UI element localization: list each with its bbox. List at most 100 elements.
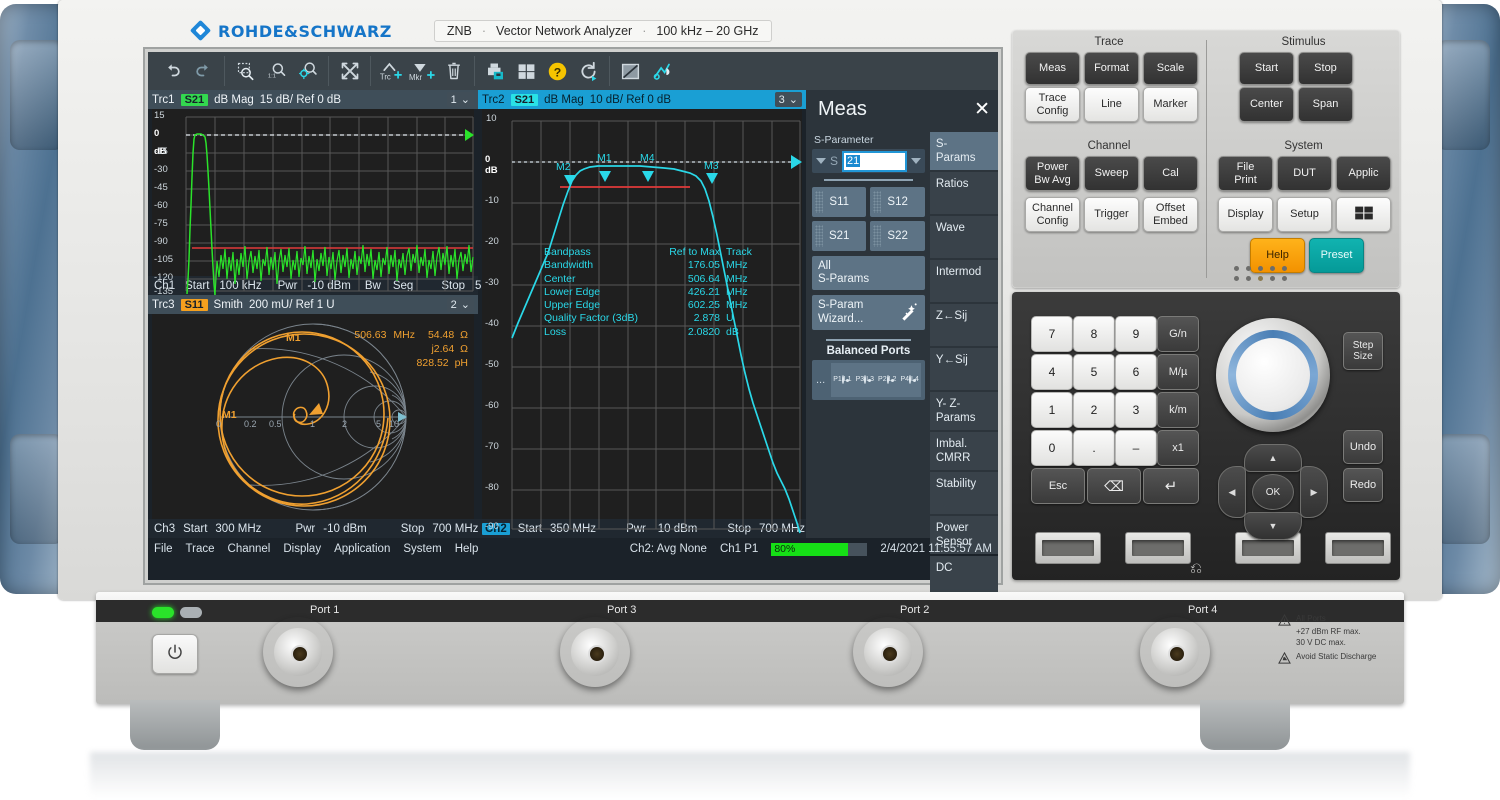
key-minus[interactable]: – [1115, 430, 1157, 466]
key-windows[interactable] [1336, 197, 1391, 232]
calibration-icon[interactable] [646, 56, 677, 86]
port-1-connector[interactable] [263, 617, 333, 687]
trc3-param[interactable]: S11 [181, 299, 208, 311]
s-parameter-combo[interactable]: S 21 [812, 149, 925, 173]
s12-button[interactable]: S12 [870, 187, 924, 217]
trc3-plot[interactable]: 00.20.5 125 10 M1 M1 506.63 MHz 54.4 [152, 314, 474, 519]
undo-icon[interactable] [157, 56, 188, 86]
diagram-trc2[interactable]: Trc2 S21 dB Mag 10 dB/ Ref 0 dB 3 ⌄ [478, 90, 806, 538]
enter-key[interactable]: ↵ [1143, 468, 1199, 504]
key-giga-nano[interactable]: G/n [1157, 316, 1199, 352]
meas-item-imbal-cmrr[interactable]: Imbal. CMRR [930, 432, 998, 470]
key-decimal[interactable]: . [1073, 430, 1115, 466]
key-cal[interactable]: Cal [1143, 156, 1198, 191]
undo-key[interactable]: Undo [1343, 430, 1383, 464]
dpad-left[interactable]: ◀ [1218, 466, 1246, 518]
s21-button[interactable]: S21 [812, 221, 866, 251]
all-sparams-button[interactable]: All S-Params [812, 256, 925, 290]
menu-system[interactable]: System [403, 543, 441, 555]
trc3-header[interactable]: Trc3 S11 Smith 200 mU/ Ref 1 U 2 ⌄ [148, 295, 478, 314]
marker-add-icon[interactable]: Mkr [407, 56, 438, 86]
fit-icon[interactable] [334, 56, 365, 86]
meas-item-wave[interactable]: Wave [930, 216, 998, 258]
key-display[interactable]: Display [1218, 197, 1273, 232]
trace-add-icon[interactable]: Trc [376, 56, 407, 86]
balanced-ports-button[interactable]: ... P1L1 P3L3 P2L2 P4L4 [812, 360, 925, 400]
trc1-header[interactable]: Trc1 S21 dB Mag 15 dB/ Ref 0 dB 1 ⌄ [148, 90, 478, 109]
pwr-value[interactable]: -10 dBm [323, 523, 366, 535]
key-marker[interactable]: Marker [1143, 87, 1198, 122]
esc-key[interactable]: Esc [1031, 468, 1085, 504]
chevron-down-icon[interactable] [816, 158, 826, 164]
port-3-connector[interactable] [560, 617, 630, 687]
trc1-param[interactable]: S21 [181, 94, 209, 106]
key-4[interactable]: 4 [1031, 354, 1073, 390]
start-value[interactable]: 300 MHz [215, 523, 261, 535]
key-trace-config[interactable]: TraceConfig [1025, 87, 1080, 122]
key-trigger[interactable]: Trigger [1084, 197, 1139, 232]
key-meas[interactable]: Meas [1025, 52, 1080, 85]
meas-item-yz-params[interactable]: Y- Z- Params [930, 392, 998, 430]
key-channel-config[interactable]: ChannelConfig [1025, 197, 1080, 232]
help-icon[interactable]: ? [542, 56, 573, 86]
close-icon[interactable]: ✕ [974, 98, 990, 121]
key-format[interactable]: Format [1084, 52, 1139, 85]
key-center[interactable]: Center [1239, 87, 1294, 122]
key-file-print[interactable]: FilePrint [1218, 156, 1273, 191]
key-sweep[interactable]: Sweep [1084, 156, 1139, 191]
trc2-param[interactable]: S21 [511, 94, 539, 106]
dpad-right[interactable]: ▶ [1300, 466, 1328, 518]
backspace-key[interactable]: ⌫ [1087, 468, 1141, 504]
key-7[interactable]: 7 [1031, 316, 1073, 352]
meas-item-z-sij[interactable]: Z←Sij [930, 304, 998, 346]
trc2-plot[interactable]: 10 0 dB -10 -20 -30 -40 -50 -60 -70 -80 … [482, 109, 802, 519]
key-span[interactable]: Span [1298, 87, 1353, 122]
zoom-select-icon[interactable] [230, 56, 261, 86]
key-power-bw-avg[interactable]: PowerBw Avg [1025, 156, 1080, 191]
key-scale[interactable]: Scale [1143, 52, 1198, 85]
meas-item-ratios[interactable]: Ratios [930, 172, 998, 214]
key-preset[interactable]: Preset [1309, 238, 1364, 273]
sparam-wizard-button[interactable]: S-Param Wizard... [812, 295, 925, 329]
dpad-ok[interactable]: OK [1252, 474, 1294, 510]
menu-display[interactable]: Display [283, 543, 321, 555]
dpad-down[interactable]: ▼ [1244, 512, 1302, 540]
menu-trace[interactable]: Trace [186, 543, 215, 555]
delete-icon[interactable] [438, 56, 469, 86]
key-stop[interactable]: Stop [1298, 52, 1353, 85]
dpad-up[interactable]: ▲ [1244, 444, 1302, 472]
redo-icon[interactable] [188, 56, 219, 86]
key-2[interactable]: 2 [1073, 392, 1115, 428]
meas-item-intermod[interactable]: Intermod [930, 260, 998, 302]
key-0[interactable]: 0 [1031, 430, 1073, 466]
key-applic[interactable]: Applic [1336, 156, 1391, 191]
screenshot-icon[interactable] [615, 56, 646, 86]
meas-item-s-params[interactable]: S- Params [930, 132, 998, 170]
s-parameter-input[interactable]: 21 [842, 151, 907, 172]
trc2-diagram-select[interactable]: 3 ⌄ [775, 92, 802, 107]
key-9[interactable]: 9 [1115, 316, 1157, 352]
chevron-down-icon[interactable] [911, 158, 921, 164]
trc3-diagram-select[interactable]: 2 ⌄ [447, 297, 474, 312]
key-start[interactable]: Start [1239, 52, 1294, 85]
windows-icon[interactable] [511, 56, 542, 86]
zoom-config-icon[interactable] [292, 56, 323, 86]
menu-file[interactable]: File [154, 543, 173, 555]
key-kilo-milli[interactable]: k/m [1157, 392, 1199, 428]
diagram-trc1[interactable]: Trc1 S21 dB Mag 15 dB/ Ref 0 dB 1 ⌄ [148, 90, 478, 295]
rotary-knob[interactable] [1216, 318, 1330, 432]
key-5[interactable]: 5 [1073, 354, 1115, 390]
step-size-key[interactable]: StepSize [1343, 332, 1383, 370]
trc2-header[interactable]: Trc2 S21 dB Mag 10 dB/ Ref 0 dB 3 ⌄ [478, 90, 806, 109]
power-button[interactable] [152, 634, 198, 674]
s22-button[interactable]: S22 [870, 221, 924, 251]
meas-item-stability[interactable]: Stability [930, 472, 998, 514]
menu-channel[interactable]: Channel [228, 543, 271, 555]
port-4-connector[interactable] [1140, 617, 1210, 687]
diagram-trc3[interactable]: Trc3 S11 Smith 200 mU/ Ref 1 U 2 ⌄ [148, 295, 478, 538]
meas-item-y-sij[interactable]: Y←Sij [930, 348, 998, 390]
menu-help[interactable]: Help [455, 543, 479, 555]
trc1-plot[interactable]: 15 0 dB -15 -30 -45 -60 -75 -90 -105 -12… [152, 109, 474, 276]
key-1[interactable]: 1 [1031, 392, 1073, 428]
key-mega-micro[interactable]: M/µ [1157, 354, 1199, 390]
